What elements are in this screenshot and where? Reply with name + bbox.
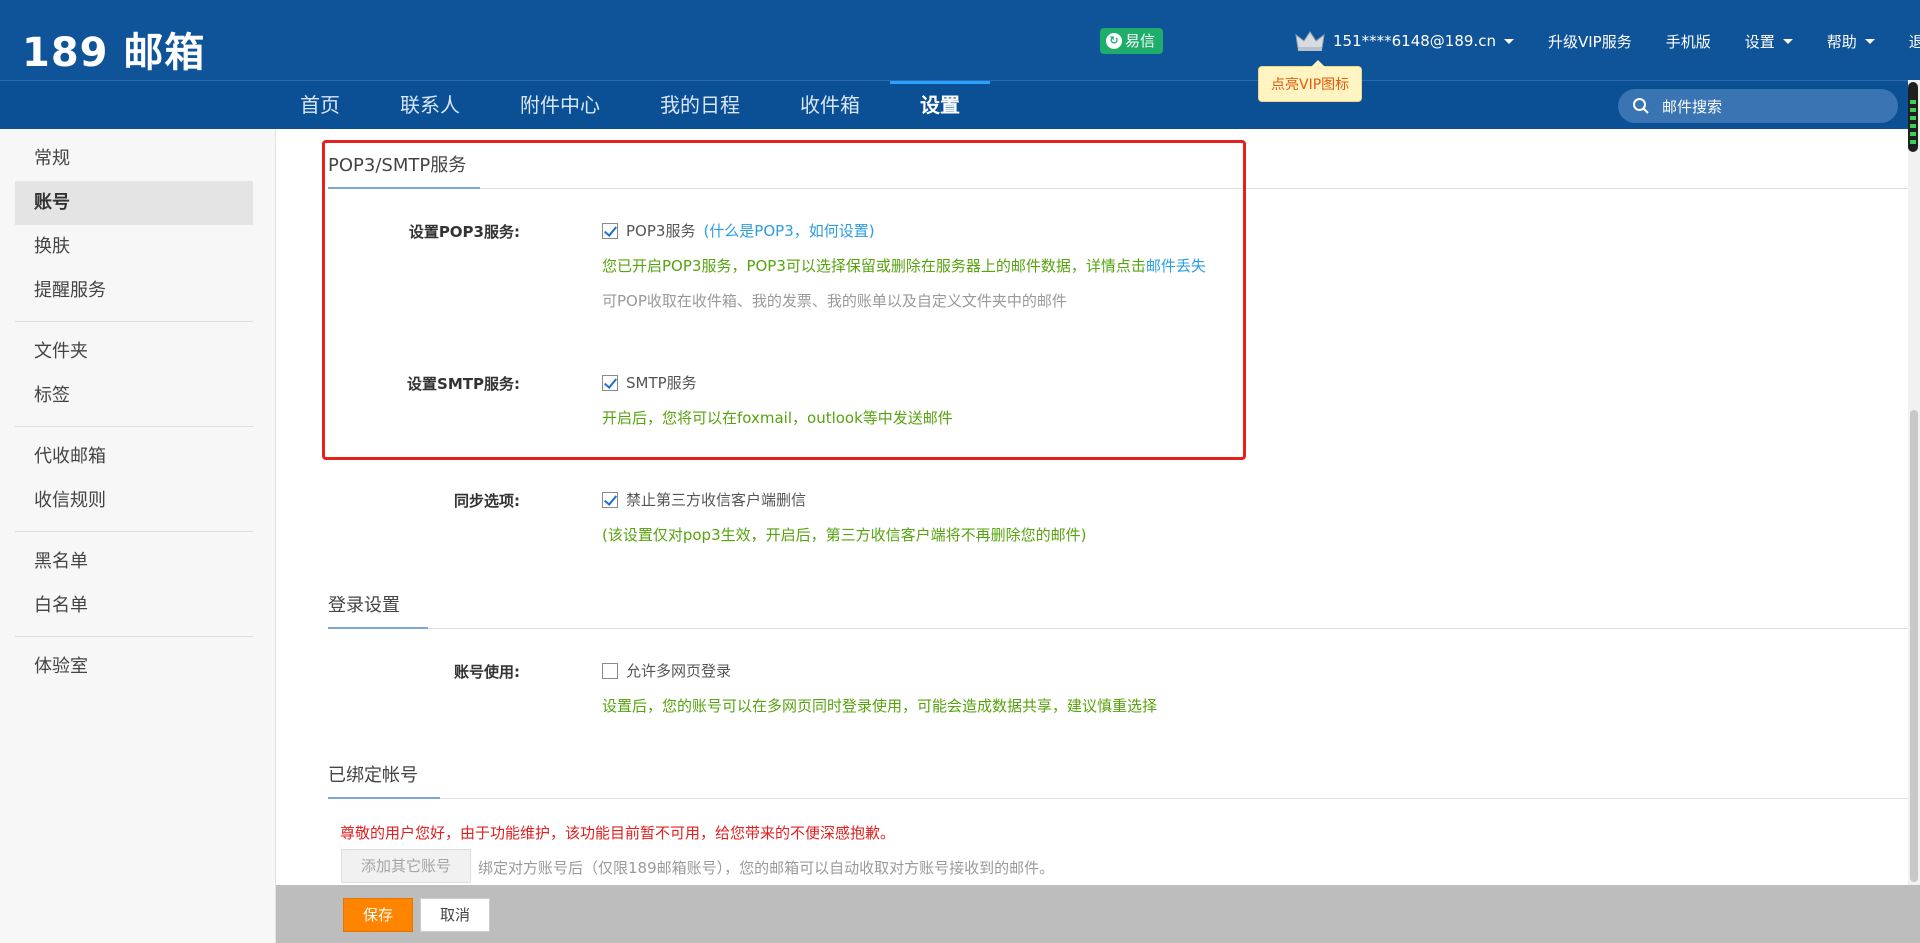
yixin-icon: ↻ [1106,33,1122,49]
maintenance-warning: 尊敬的用户您好，由于功能维护，该功能目前暂不可用，给您带来的不便深感抱歉。 [340,824,896,842]
bound-accounts-section-title: 已绑定帐号 [328,765,418,786]
nav-tab-5[interactable]: 设置 [890,81,990,129]
nav-tab-0[interactable]: 首页 [270,81,370,129]
sync-checkbox[interactable] [602,491,618,508]
chevron-down-icon [1503,38,1514,44]
sidebar-group: 代收邮箱 收信规则 [15,427,253,532]
vip-tooltip[interactable]: 点亮VIP图标 [1258,60,1363,102]
cancel-button[interactable]: 取消 [420,898,490,932]
nav-tab-3[interactable]: 我的日程 [630,81,770,129]
help-menu[interactable]: 帮助 [1827,31,1875,52]
help-menu-label: 帮助 [1826,32,1857,51]
login-section-title: 登录设置 [328,595,400,616]
sync-checkbox-label[interactable]: 禁止第三方收信客户端删信 [626,489,806,510]
sidebar-item[interactable]: 常规 [15,137,253,181]
footer-bar: 保存 取消 [276,885,1920,943]
save-button[interactable]: 保存 [343,898,413,932]
highlight-box [322,140,1246,460]
sidebar-item[interactable]: 收信规则 [15,479,253,523]
sidebar-item[interactable]: 体验室 [15,645,253,689]
multi-login-checkbox[interactable] [602,662,618,679]
nav-tab-2[interactable]: 附件中心 [490,81,630,129]
sync-label: 同步选项: [454,492,520,510]
settings-menu-label: 设置 [1744,32,1775,51]
yixin-label: 易信 [1125,32,1156,50]
multi-login-checkbox-label[interactable]: 允许多网页登录 [626,660,731,681]
mobile-version-link[interactable]: 手机版 [1666,31,1711,52]
nav-bar: 首页 联系人 附件中心 我的日程 收件箱 设置 邮件搜索 [0,80,1920,129]
sync-checkbox-row: 禁止第三方收信客户端删信 [602,489,806,510]
section-underline [328,797,440,799]
vertical-scrollbar[interactable] [1908,80,1920,885]
settings-content: POP3/SMTP服务 设置POP3服务: POP3服务 (什么是POP3，如何… [276,129,1912,885]
top-right-menu: 151****6148@189.cn 升级VIP服务 手机版 设置 帮助 退出 [1295,30,1920,52]
upgrade-vip-link[interactable]: 升级VIP服务 [1548,31,1632,52]
chevron-down-icon [1782,38,1793,44]
bound-accounts-note: 绑定对方账号后（仅限189邮箱账号），您的邮箱可以自动收取对方账号接收到的邮件。 [478,859,1055,877]
multi-login-note: 设置后，您的账号可以在多网页同时登录使用，可能会造成数据共享，建议慎重选择 [602,697,1158,715]
nav-tab-4[interactable]: 收件箱 [770,81,890,129]
crown-icon[interactable] [1295,30,1325,52]
sync-note: (该设置仅对pop3生效，开启后，第三方收信客户端将不再删除您的邮件) [602,526,1087,544]
divider [328,628,1908,629]
sidebar-group: 文件夹 标签 [15,322,253,427]
nav-tabs: 首页 联系人 附件中心 我的日程 收件箱 设置 [270,81,990,129]
settings-menu[interactable]: 设置 [1745,31,1793,52]
multi-login-checkbox-row: 允许多网页登录 [602,660,731,681]
top-bar: 189 邮箱 ↻ 易信 151****6148@189.cn 升级VIP服务 手… [0,0,1920,80]
sidebar-item[interactable]: 换肤 [15,225,253,269]
sidebar-item[interactable]: 白名单 [15,584,253,628]
sidebar-item[interactable]: 提醒服务 [15,269,253,313]
nav-tab-1[interactable]: 联系人 [370,81,490,129]
account-usage-label: 账号使用: [454,663,520,681]
sidebar-item[interactable]: 账号 [15,181,253,225]
sidebar-group: 黑名单 白名单 [15,532,253,637]
logo[interactable]: 189 邮箱 [22,20,205,78]
account-menu[interactable]: 151****6148@189.cn [1295,30,1514,52]
sidebar-item[interactable]: 黑名单 [15,540,253,584]
sidebar-item[interactable]: 标签 [15,374,253,418]
sidebar-group: 体验室 [15,637,253,697]
sidebar-item[interactable]: 文件夹 [15,330,253,374]
settings-sidebar: 常规 账号 换肤 提醒服务 文件夹 标签 代收邮箱 收信规则 黑名单 白名单 体验室 [0,129,276,943]
divider [328,798,1908,799]
search-placeholder: 邮件搜索 [1662,97,1723,116]
account-email: 151****6148@189.cn [1333,32,1496,50]
section-underline [328,627,428,629]
chevron-down-icon [1864,38,1875,44]
scroll-indicator [1908,82,1918,152]
mail-search[interactable]: 邮件搜索 [1618,89,1898,123]
sidebar-item[interactable]: 代收邮箱 [15,435,253,479]
search-icon [1633,98,1649,114]
scrollbar-thumb[interactable] [1910,410,1918,882]
logout-link[interactable]: 退出 [1909,31,1920,52]
yixin-button[interactable]: ↻ 易信 [1100,28,1164,54]
add-account-button[interactable]: 添加其它账号 [341,849,471,883]
sidebar-group: 常规 账号 换肤 提醒服务 [15,129,253,322]
